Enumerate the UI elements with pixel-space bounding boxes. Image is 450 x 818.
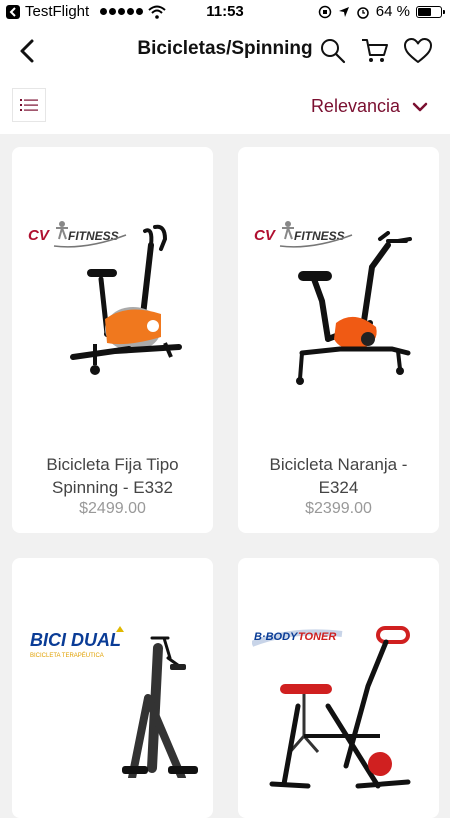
product-card[interactable]: BICI DUAL BICICLETA TERAPÉUTICA bbox=[12, 558, 213, 818]
cart-icon[interactable] bbox=[360, 36, 390, 66]
product-image-bici-dual bbox=[122, 636, 198, 778]
filter-bar: Relevancia bbox=[0, 80, 450, 134]
product-price: $2499.00 bbox=[79, 500, 146, 517]
sort-dropdown[interactable]: Relevancia bbox=[311, 96, 428, 117]
chevron-down-icon bbox=[412, 102, 428, 111]
orientation-lock-icon bbox=[318, 5, 332, 18]
product-image-bike-e324 bbox=[296, 231, 412, 385]
heart-icon[interactable] bbox=[403, 36, 433, 66]
product-card[interactable]: B·BODY TONER bbox=[238, 558, 439, 818]
sort-label: Relevancia bbox=[310, 96, 400, 116]
location-icon bbox=[338, 6, 349, 17]
svg-text:BICI DUAL: BICI DUAL bbox=[30, 630, 121, 650]
search-icon[interactable] bbox=[318, 36, 348, 66]
list-icon bbox=[20, 99, 38, 111]
product-image-body-toner bbox=[269, 626, 411, 789]
svg-text:BICICLETA TERAPÉUTICA: BICICLETA TERAPÉUTICA bbox=[30, 652, 104, 659]
battery-percent: 64 % bbox=[375, 3, 410, 20]
product-card[interactable]: CV FITNESS Bicicleta Fija Tipo Spinning … bbox=[12, 147, 213, 533]
view-toggle-button[interactable] bbox=[12, 88, 46, 122]
product-card[interactable]: CV FITNESS Bicicleta Naranja - E324 $239… bbox=[238, 147, 439, 533]
product-image-bike-e332 bbox=[70, 224, 182, 375]
product-price: $2399.00 bbox=[305, 500, 372, 517]
alarm-icon bbox=[357, 6, 369, 19]
battery-icon bbox=[416, 5, 445, 18]
status-bar: TestFlight 11:53 64 % bbox=[0, 0, 450, 24]
product-name: Bicicleta Naranja - E324 bbox=[269, 455, 408, 497]
nav-header: Bicicletas/Spinning bbox=[0, 24, 450, 80]
svg-text:CV: CV bbox=[28, 227, 51, 244]
svg-text:CV: CV bbox=[254, 227, 277, 244]
product-name: Bicicleta Fija Tipo Spinning - E332 bbox=[46, 455, 179, 497]
